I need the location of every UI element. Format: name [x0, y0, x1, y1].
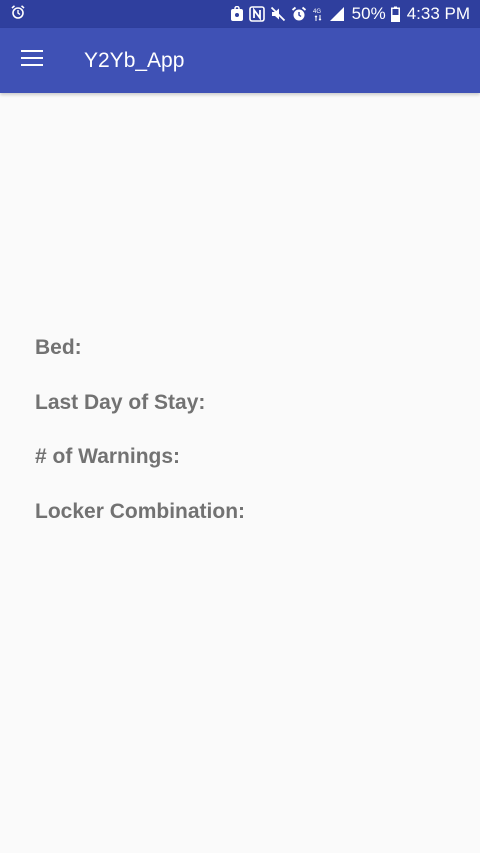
last-day-of-stay-label: Last Day of Stay:: [35, 390, 206, 414]
mute-icon: [270, 6, 286, 22]
resident-info: Bed: Last Day of Stay: # of Warnings: Lo…: [35, 333, 245, 551]
alarm-icon: [10, 4, 26, 25]
status-left: [10, 4, 26, 25]
status-right: 4G 50% 4:33 PM: [230, 4, 470, 24]
clock-time: 4:33 PM: [406, 4, 470, 23]
battery-percent: 50%: [351, 4, 386, 23]
hamburger-menu-button[interactable]: [0, 28, 64, 93]
status-bar: 4G 50% 4:33 PM: [0, 0, 480, 28]
warnings-count-label: # of Warnings:: [35, 445, 181, 468]
app-title: Y2Yb_App: [84, 48, 185, 72]
lte-icon: 4G: [312, 6, 324, 22]
hamburger-menu-icon: [20, 49, 44, 72]
locker-combination-label: Locker Combination:: [35, 499, 246, 523]
app-bar: Y2Yb_App: [0, 28, 480, 93]
battery-icon: [390, 6, 400, 22]
sim-lock-icon: [230, 6, 244, 22]
svg-text:4G: 4G: [313, 9, 321, 15]
alarm-clock-icon: [291, 6, 307, 22]
signal-icon: [329, 6, 345, 22]
bed-label: Bed:: [35, 336, 82, 359]
nfc-icon: [248, 6, 265, 22]
